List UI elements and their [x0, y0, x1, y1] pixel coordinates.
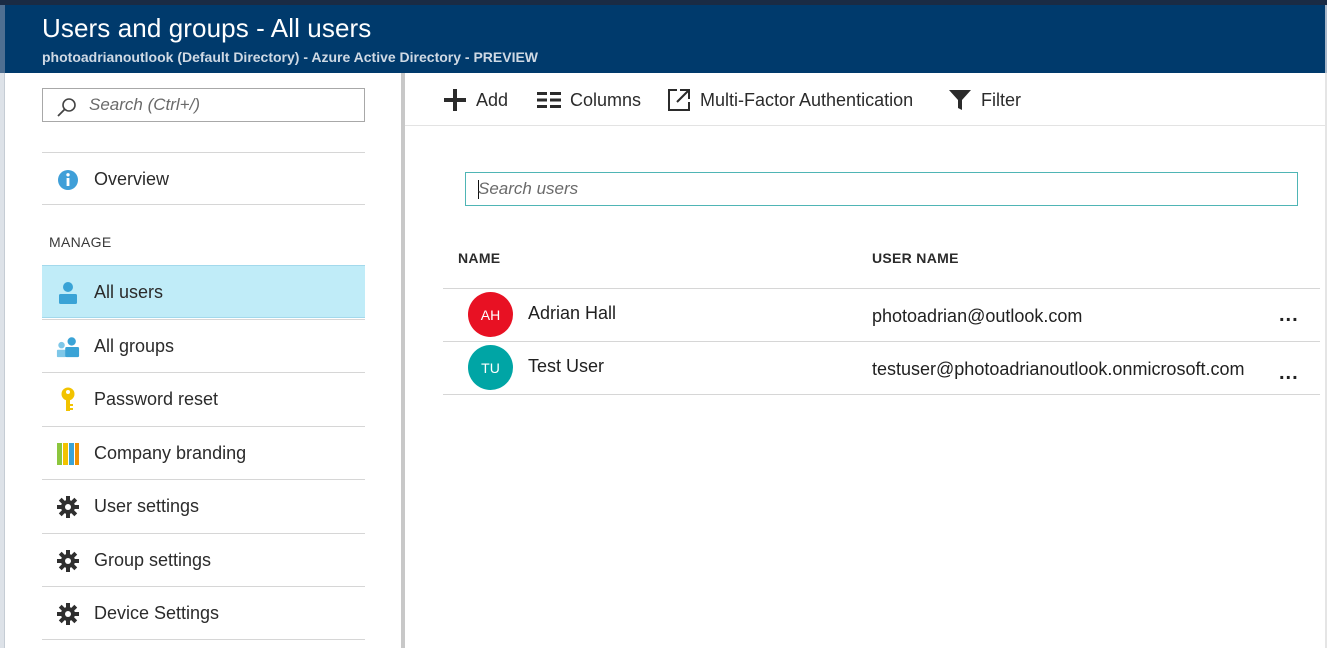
command-bar: Add Columns Multi-Factor Authentication	[405, 73, 1325, 126]
add-button-label: Add	[476, 89, 509, 110]
sidebar-item-group-settings[interactable]: Group settings	[42, 533, 365, 586]
column-header-username[interactable]: USER NAME	[872, 250, 959, 266]
divider	[42, 639, 365, 640]
column-header-name[interactable]: NAME	[458, 250, 500, 266]
gear-icon	[56, 602, 80, 626]
sidebar-item-label: Device Settings	[94, 603, 220, 623]
sidebar-item-label: Overview	[94, 169, 170, 189]
user-icon	[56, 281, 80, 305]
filter-button-label: Filter	[981, 89, 1021, 110]
sidebar-item-label: Password reset	[94, 389, 219, 409]
page-title: Users and groups - All users	[42, 13, 372, 43]
mfa-button-label: Multi-Factor Authentication	[700, 89, 914, 110]
user-search-input[interactable]	[478, 173, 1278, 205]
table-row[interactable]: TU Test User testuser@photoadrianoutlook…	[443, 342, 1320, 395]
sidebar-item-user-settings[interactable]: User settings	[42, 479, 365, 532]
add-button[interactable]: Add	[443, 87, 508, 113]
blade-header: Users and groups - All users photoadrian…	[0, 0, 1327, 73]
sidebar-item-device-settings[interactable]: Device Settings	[42, 586, 365, 639]
sidebar-search[interactable]	[42, 88, 365, 122]
sidebar-item-label: User settings	[94, 496, 200, 516]
sidebar-item-all-users[interactable]: All users	[42, 265, 365, 318]
info-icon	[56, 168, 80, 192]
search-icon	[57, 98, 76, 117]
user-principal-name: testuser@photoadrianoutlook.onmicrosoft.…	[872, 359, 1245, 379]
divider	[42, 204, 365, 205]
columns-button-label: Columns	[570, 89, 642, 110]
filter-button[interactable]: Filter	[948, 87, 1021, 113]
filter-icon	[949, 90, 971, 110]
sidebar: Overview MANAGE All users All groups	[5, 73, 403, 648]
more-options-button[interactable]: ...	[1279, 362, 1299, 385]
group-icon	[56, 335, 80, 359]
sidebar-item-company-branding[interactable]: Company branding	[42, 426, 365, 479]
main-pane: Add Columns Multi-Factor Authentication	[405, 73, 1327, 648]
columns-button[interactable]: Columns	[537, 87, 641, 113]
gear-icon	[56, 495, 80, 519]
section-label-manage: MANAGE	[49, 234, 112, 250]
user-name[interactable]: Test User	[528, 356, 604, 377]
more-options-button[interactable]: ...	[1279, 304, 1299, 327]
branding-icon	[56, 442, 80, 466]
key-icon	[56, 387, 80, 412]
page-subtitle: photoadrianoutlook (Default Directory) -…	[42, 49, 539, 65]
window-frame-left	[0, 5, 5, 73]
sidebar-item-label: All users	[94, 282, 164, 302]
sidebar-item-overview[interactable]: Overview	[42, 152, 365, 205]
sidebar-item-password-reset[interactable]: Password reset	[42, 372, 365, 425]
external-link-icon	[668, 89, 690, 111]
columns-icon	[537, 92, 561, 108]
sidebar-item-all-groups[interactable]: All groups	[42, 319, 365, 372]
divider	[443, 394, 1320, 395]
mfa-button[interactable]: Multi-Factor Authentication	[667, 87, 913, 113]
sidebar-item-label: All groups	[94, 336, 175, 356]
plus-icon	[444, 89, 466, 111]
avatar: TU	[468, 345, 513, 390]
user-search-box[interactable]	[465, 172, 1298, 206]
user-principal-name: photoadrian@outlook.com	[872, 306, 1083, 326]
sidebar-search-input[interactable]	[89, 89, 359, 121]
user-name[interactable]: Adrian Hall	[528, 303, 616, 324]
sidebar-item-label: Company branding	[94, 443, 247, 463]
table-row[interactable]: AH Adrian Hall photoadrian@outlook.com .…	[443, 289, 1320, 342]
gear-icon	[56, 549, 80, 573]
avatar: AH	[468, 292, 513, 337]
sidebar-item-label: Group settings	[94, 550, 212, 570]
